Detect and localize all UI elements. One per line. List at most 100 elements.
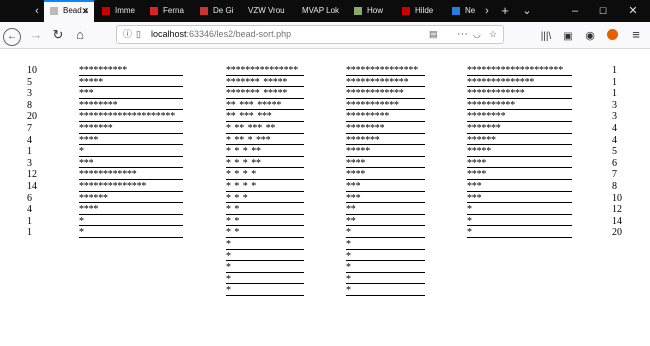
row-underline	[467, 202, 572, 204]
home-button[interactable]: ⌂	[70, 22, 90, 48]
tab-mvap[interactable]: MVAP Lok	[298, 0, 346, 22]
forward-button[interactable]: →	[26, 22, 46, 48]
pocket-icon[interactable]: ◡	[473, 26, 481, 43]
tab-vzw[interactable]: VZW Vrou	[244, 0, 294, 22]
bead-row: ******	[467, 135, 572, 147]
tab-hilde[interactable]: Hilde	[396, 0, 444, 22]
bead-row: * ** *** **	[226, 123, 304, 135]
row-underline	[226, 86, 304, 88]
reader-view-icon[interactable]: ▤	[429, 26, 438, 43]
bead-row: *********	[346, 111, 425, 123]
row-underline	[346, 178, 425, 180]
tab-strip: ‹ Bead s ✕ Imme Ferna De Gi VZW Vrou MVA…	[0, 0, 650, 22]
row-underline	[467, 213, 572, 215]
number-item: 10	[612, 192, 622, 204]
row-underline	[79, 190, 183, 192]
bead-row: ****	[346, 158, 425, 170]
tab-bead-sort[interactable]: Bead s ✕	[44, 0, 94, 22]
row-underline	[467, 225, 572, 227]
row-underline	[346, 248, 425, 250]
bead-row: ************	[346, 88, 425, 100]
minimize-icon[interactable]: –	[566, 0, 584, 22]
tab-scroll-right-icon[interactable]: ›	[478, 0, 496, 22]
tab-ne[interactable]: Ne	[446, 0, 476, 22]
menu-button[interactable]: ≡	[626, 22, 646, 48]
address-bar[interactable]: ⓘ ▯ localhost:63346/les2/bead-sort.php ▤…	[116, 25, 504, 44]
row-underline	[346, 109, 425, 111]
bead-row: ***	[467, 181, 572, 193]
row-underline	[346, 213, 425, 215]
reload-button[interactable]: ↻	[48, 22, 68, 48]
bead-row: ********	[79, 100, 183, 112]
bead-row: ***********	[346, 100, 425, 112]
bead-row: **********	[467, 100, 572, 112]
page-favicon-icon	[50, 6, 58, 15]
row-underline	[226, 260, 304, 262]
bead-row: ********	[467, 111, 572, 123]
bead-row: ***************	[226, 65, 304, 77]
row-underline	[79, 120, 183, 122]
extension-button[interactable]	[602, 22, 622, 48]
row-underline	[346, 260, 425, 262]
bookmark-star-icon[interactable]: ☆	[489, 26, 497, 43]
bead-row: *	[346, 262, 425, 274]
close-window-icon[interactable]: ✕	[624, 0, 642, 22]
number-item: 6	[27, 192, 32, 204]
row-underline	[226, 190, 304, 192]
number-item: 4	[27, 204, 32, 216]
row-underline	[467, 178, 572, 180]
bead-row: *******	[79, 123, 183, 135]
forward-arrow-icon: →	[29, 27, 43, 42]
favicon-icon	[200, 6, 208, 15]
row-underline	[79, 74, 183, 76]
bead-row: * * * *	[226, 169, 304, 181]
bead-row: ********	[346, 123, 425, 135]
tab-ferna[interactable]: Ferna	[144, 0, 190, 22]
row-underline	[346, 155, 425, 157]
library-button[interactable]: |||\	[536, 22, 556, 48]
row-underline	[467, 190, 572, 192]
close-tab-icon[interactable]: ✕	[81, 2, 89, 20]
row-underline	[226, 155, 304, 157]
bead-row: **********	[79, 65, 183, 77]
page-actions-icon[interactable]: ···	[457, 26, 468, 43]
row-underline	[346, 202, 425, 204]
bead-row: * * * **	[226, 158, 304, 170]
maximize-icon[interactable]: ☐	[594, 0, 612, 22]
row-underline	[226, 97, 304, 99]
row-underline	[226, 120, 304, 122]
number-item: 1	[27, 146, 32, 158]
bead-row: *	[346, 227, 425, 239]
bead-row: ****	[79, 135, 183, 147]
sorted-beads-column: ******************** ************** ******…	[467, 65, 572, 239]
sorted-numbers-column: 1 1 1 3 3 4 4 5 6 7 8 10 12 14 20	[612, 65, 622, 239]
row-underline	[79, 202, 183, 204]
row-underline	[346, 167, 425, 169]
number-item: 6	[612, 157, 617, 169]
sidebar-button[interactable]: ▣	[558, 22, 578, 48]
number-item: 20	[27, 111, 37, 123]
number-item: 4	[612, 134, 617, 146]
info-icon[interactable]: ⓘ	[123, 26, 132, 43]
row-underline	[467, 109, 572, 111]
tab-imme[interactable]: Imme	[96, 0, 142, 22]
bead-row: *	[226, 274, 304, 286]
tab-how[interactable]: How	[348, 0, 394, 22]
row-underline	[467, 236, 572, 238]
tab-list-icon[interactable]: ⌄	[518, 0, 536, 22]
bead-row: *	[467, 227, 572, 239]
row-underline	[226, 294, 304, 296]
row-underline	[79, 97, 183, 99]
new-tab-icon[interactable]: +	[496, 0, 514, 22]
bead-row: *	[79, 146, 183, 158]
url-text[interactable]: localhost:63346/les2/bead-sort.php	[151, 26, 291, 43]
tab-de-gi[interactable]: De Gi	[194, 0, 240, 22]
row-underline	[346, 283, 425, 285]
row-underline	[346, 236, 425, 238]
account-button[interactable]: ◉	[580, 22, 600, 48]
row-underline	[346, 294, 425, 296]
number-item: 3	[612, 99, 617, 111]
row-underline	[226, 271, 304, 273]
bead-row: **************	[79, 181, 183, 193]
back-button[interactable]: ←	[2, 22, 22, 48]
